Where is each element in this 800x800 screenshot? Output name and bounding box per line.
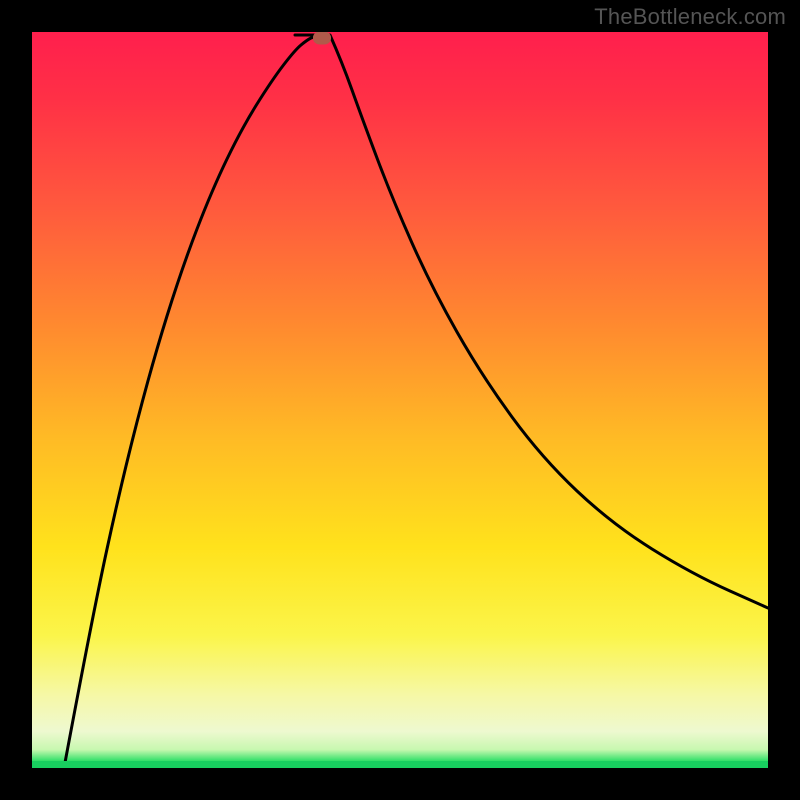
- attribution-text: TheBottleneck.com: [594, 4, 786, 30]
- bottleneck-curve: [64, 35, 768, 768]
- baseline-strip: [32, 761, 768, 768]
- chart-frame: TheBottleneck.com: [0, 0, 800, 800]
- curve-svg: [32, 32, 768, 768]
- plot-area: [32, 32, 768, 768]
- optimum-marker: [313, 32, 331, 45]
